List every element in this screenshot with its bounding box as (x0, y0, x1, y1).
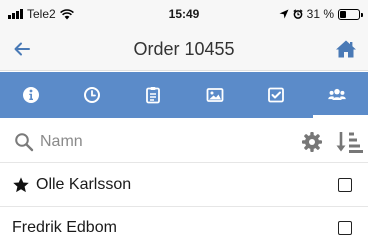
people-list: Olle Karlsson Fredrik Edbom (0, 164, 368, 249)
list-item[interactable]: Fredrik Edbom (0, 207, 368, 249)
gear-icon[interactable] (301, 131, 323, 153)
tab-time[interactable] (61, 72, 122, 118)
tab-info[interactable] (0, 72, 61, 118)
tab-approval[interactable] (245, 72, 306, 118)
status-bar: Tele2 15:49 31 % (0, 0, 368, 27)
search-icon (15, 133, 34, 152)
tab-checklist[interactable] (123, 72, 184, 118)
sort-icon[interactable] (335, 130, 363, 154)
info-icon (22, 87, 39, 103)
battery-percent: 31 % (306, 7, 334, 21)
alarm-icon (293, 9, 303, 19)
select-checkbox[interactable] (338, 178, 352, 192)
list-item[interactable]: Olle Karlsson (0, 164, 368, 207)
select-checkbox[interactable] (338, 221, 352, 235)
search-row (0, 121, 368, 163)
status-indicators: 31 % (279, 7, 363, 21)
users-icon (328, 88, 347, 100)
clipboard-icon (146, 87, 161, 104)
tab-images[interactable] (184, 72, 245, 118)
location-arrow-icon (279, 9, 289, 19)
tab-bar (0, 72, 368, 118)
check-square-icon (268, 87, 284, 103)
person-name: Fredrik Edbom (12, 219, 117, 236)
battery-icon (338, 8, 363, 20)
image-icon (206, 88, 224, 102)
home-icon[interactable] (334, 37, 358, 61)
search-input[interactable] (40, 130, 280, 154)
nav-header: Order 10455 (0, 27, 368, 71)
tab-users[interactable] (307, 72, 368, 118)
star-icon (13, 177, 29, 193)
page-title: Order 10455 (133, 39, 235, 59)
clock-icon (83, 87, 100, 103)
person-name: Olle Karlsson (36, 176, 132, 193)
